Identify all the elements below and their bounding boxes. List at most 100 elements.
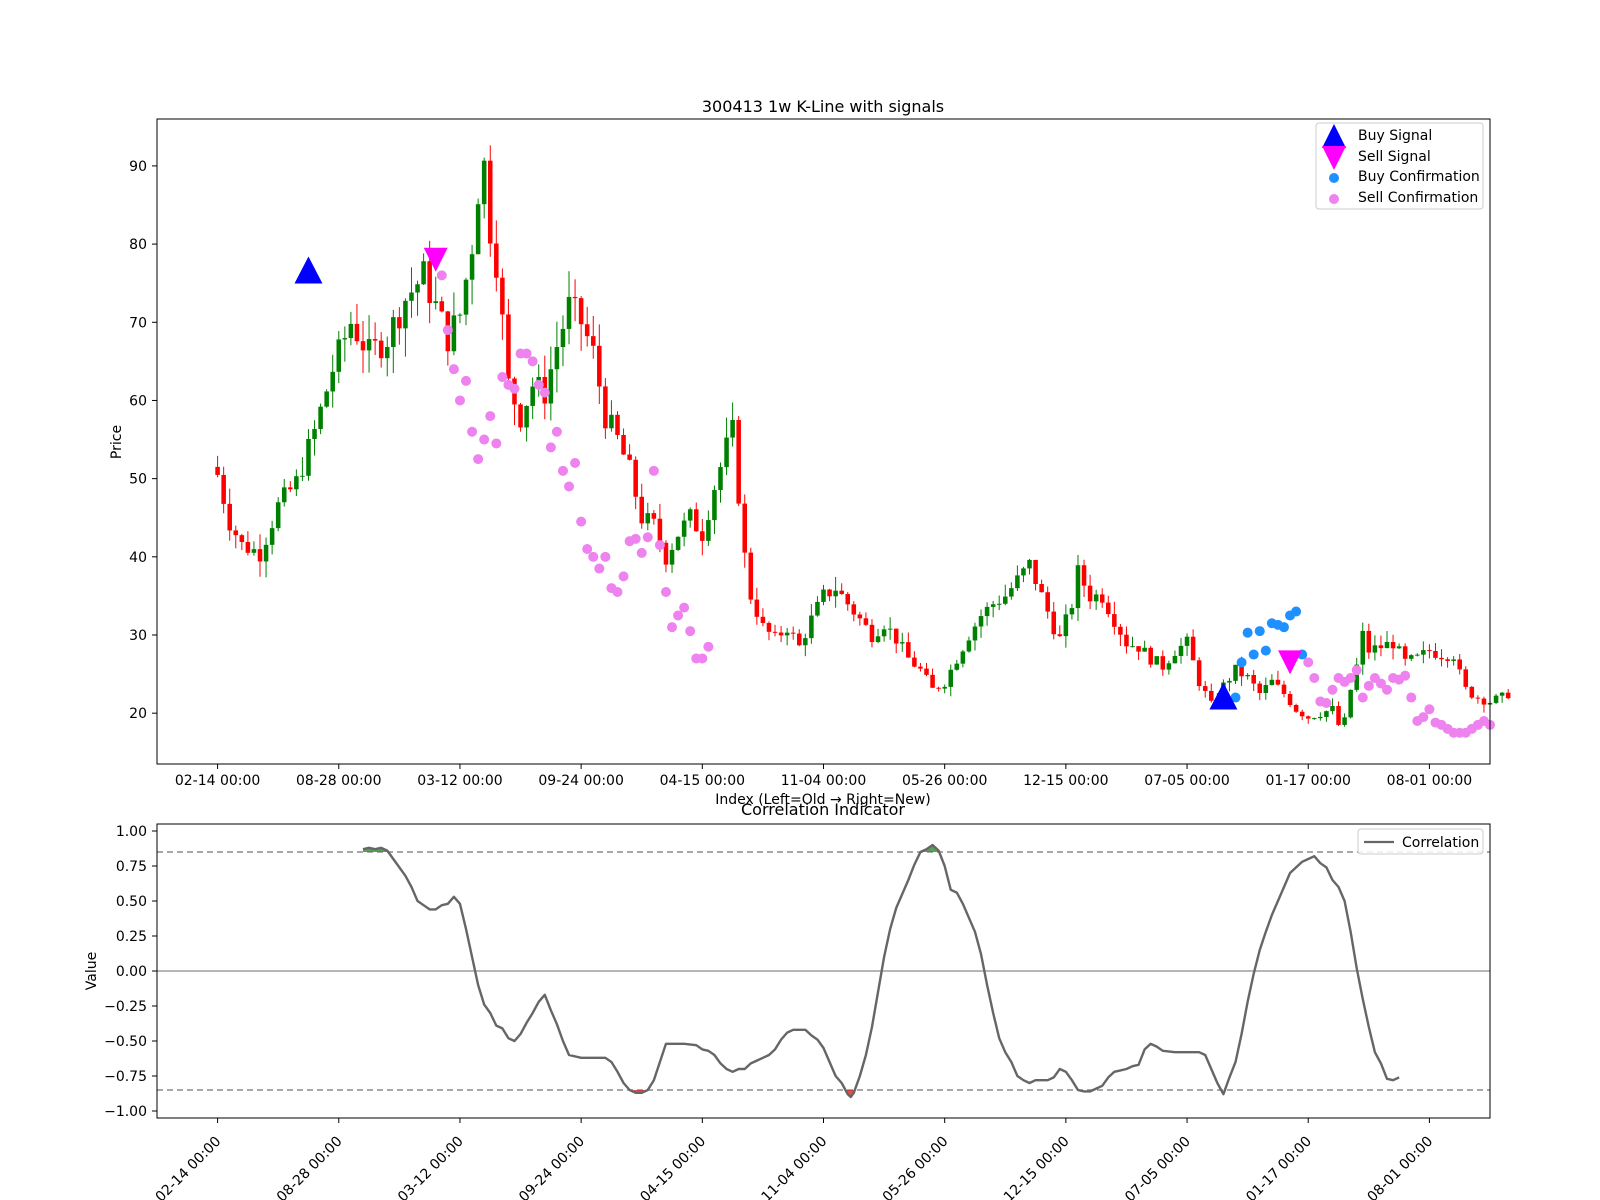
candle-down [1124,634,1129,647]
correlation-y-tick-label: −0.25 [104,999,147,1015]
candle-down [1427,650,1432,652]
candle-up [645,513,651,524]
candle-up [984,606,990,617]
candle-up [463,279,469,315]
kline-x-tick-label: 12-15 00:00 [1023,773,1108,789]
correlation-y-tick-label: 0.25 [116,929,147,945]
candle-down [930,674,935,688]
candle-down [1475,697,1481,699]
kline-y-tick-label: 20 [129,706,147,722]
candle-up [1312,718,1317,720]
legend-correlation-label: Correlation [1402,835,1479,851]
candle-down [500,277,505,315]
candle-down [627,454,632,460]
candle-down [506,314,511,379]
sell-confirmation-dot [1406,692,1417,703]
candle-up [421,261,426,285]
candle-up [1396,646,1402,649]
sell-confirmation-dot [527,356,538,367]
sell-confirmation-dot [1418,712,1429,723]
candle-down [1112,614,1117,627]
sell-confirmation-dot [454,395,465,406]
candle-down [1469,686,1475,698]
legend-buy-signal-label: Buy Signal [1358,128,1432,144]
kline-y-axis: 20 30 40 50 60 70 80 90 [129,159,157,722]
candle-down [597,345,602,387]
candle-up [275,502,281,529]
candle-up [530,386,535,406]
candle-down [851,604,857,615]
sell-confirmation-dot [1381,684,1392,695]
candle-down [936,687,941,689]
sell-confirmation-dot [1357,692,1368,703]
candle-down [354,323,360,342]
legend-buy-confirmation-label: Buy Confirmation [1358,169,1480,185]
candle-up [1372,645,1378,653]
sell-confirmation-dot [1400,670,1411,681]
sell-confirmation-dot [491,438,502,449]
kline-y-tick-label: 40 [129,550,147,566]
kline-y-tick-label: 70 [129,315,147,331]
candle-down [487,160,493,244]
sell-confirmation-dot [1345,673,1356,683]
buy-confirmation-dot [1248,649,1259,660]
candle-down [1209,690,1214,701]
candle-down [1087,585,1093,602]
candle-down [1136,646,1141,652]
candle-down [1045,592,1050,612]
candle-up [809,615,814,639]
kline-x-tick-label: 05-26 00:00 [902,773,987,789]
candle-down [1439,657,1444,660]
candle-up [1069,608,1075,615]
sell-confirmation-dot [1363,680,1374,691]
candle-up [1063,614,1069,637]
candle-up [1166,663,1172,670]
candle-down [1118,626,1123,635]
sell-confirmation-dot [636,547,647,558]
candle-up [875,636,881,643]
buy-confirmation-dot [1236,657,1247,668]
candle-up [718,467,723,491]
candle-up [881,629,887,637]
candle-up [681,520,687,537]
sell-confirmation-dot [521,348,532,359]
candle-up [1130,646,1135,648]
candle-up [269,528,275,545]
kline-y-tick-label: 30 [129,628,147,644]
sell-signal-marker [423,247,448,272]
candle-up [1227,680,1232,683]
sell-confirmation-dot [485,411,496,422]
sell-confirmation-dot [1424,704,1435,715]
candle-down [839,590,844,595]
candle-up [1360,630,1366,665]
sell-confirmation-dot [557,465,568,476]
candle-up [330,371,335,392]
candle-down [1160,656,1166,670]
candle-down [603,386,608,429]
sell-confirmation-dot [630,533,641,544]
kline-y-tick-label: 60 [129,393,147,409]
candle-up [887,628,893,630]
candle-up [821,589,826,602]
candle-up [560,328,566,348]
candle-down [700,531,705,541]
candle-down [796,633,802,646]
candle-down [1039,584,1044,593]
candle-up [451,315,457,352]
candle-up [1408,655,1414,659]
candle-down [1299,711,1305,717]
sell-confirmation-dot [612,587,623,597]
candle-down [1402,646,1408,659]
candle-up [712,490,717,521]
sell-confirmation-dot [479,434,490,445]
sell-confirmation-dot [642,532,653,543]
sell-confirmation-dot [679,602,690,613]
candle-up [457,314,463,316]
candle-up [324,391,329,407]
candle-up [815,601,820,616]
candle-down [760,616,766,623]
candle-down [439,301,445,312]
correlation-y-tick-label: −0.75 [104,1069,147,1085]
candle-up [1415,654,1420,656]
kline-y-label: Price [109,425,125,459]
